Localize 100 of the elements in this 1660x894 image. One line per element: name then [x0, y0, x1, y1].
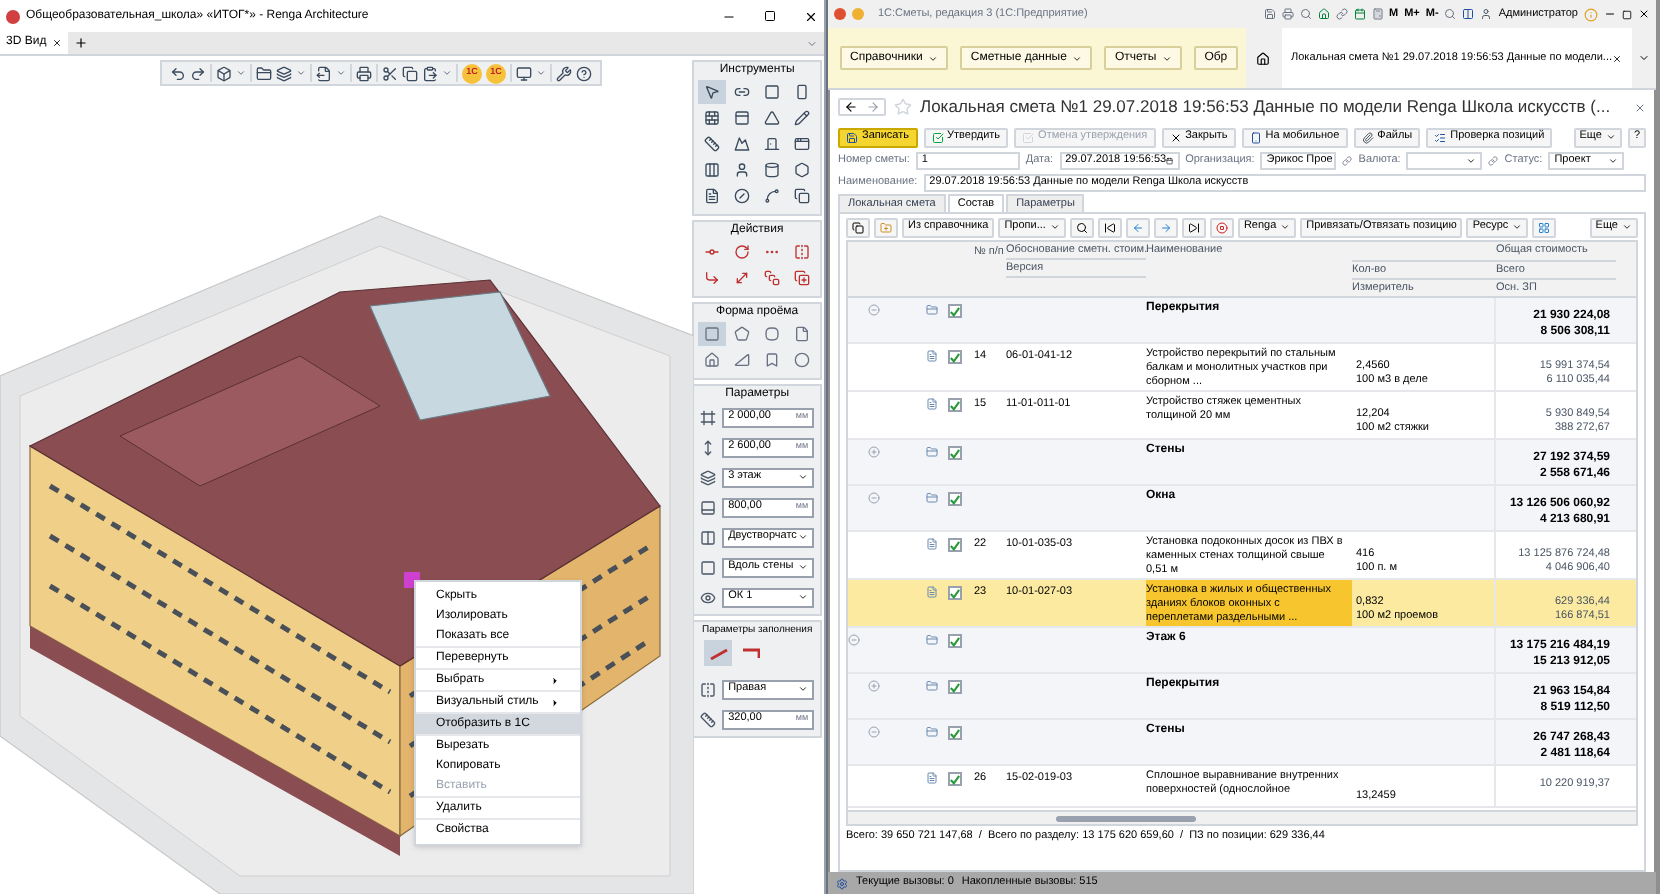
hexagon-icon [794, 162, 811, 178]
paste-icon[interactable] [422, 65, 438, 81]
window-icon [794, 136, 811, 152]
caret-icon[interactable] [1608, 156, 1619, 166]
toolbar-button[interactable] [1181, 217, 1206, 237]
home-icon[interactable] [1256, 51, 1270, 65]
checkbox[interactable] [948, 680, 962, 694]
copy-icon [852, 221, 864, 233]
checkbox[interactable] [948, 538, 962, 552]
sash-button[interactable] [704, 640, 733, 666]
document-icon [704, 188, 721, 204]
checkbox[interactable] [948, 398, 962, 412]
back-icon[interactable] [844, 100, 858, 114]
checkbox[interactable] [948, 350, 962, 364]
caret-icon[interactable] [1466, 156, 1477, 166]
link-icon[interactable] [1342, 156, 1353, 166]
redo-icon[interactable] [190, 65, 206, 81]
link-icon[interactable] [1488, 156, 1499, 166]
save-icon[interactable] [1263, 8, 1275, 20]
document-icon [926, 772, 938, 784]
tool-button[interactable] [698, 80, 727, 104]
cut-icon[interactable] [382, 65, 398, 81]
square-icon [704, 326, 721, 342]
printer-icon[interactable] [356, 65, 372, 81]
checkbox[interactable] [948, 726, 962, 740]
help-icon[interactable] [576, 65, 592, 81]
cube-icon[interactable] [216, 65, 232, 81]
maximize-icon[interactable] [1622, 9, 1632, 19]
person-icon [734, 162, 751, 178]
add-folder-icon [880, 221, 892, 233]
layers-icon [700, 469, 717, 485]
stop-icon [1215, 221, 1228, 233]
caret-icon [928, 53, 939, 63]
calculator-icon[interactable] [1371, 8, 1383, 20]
corner-arrow-icon [704, 270, 721, 286]
star-icon[interactable] [894, 98, 912, 116]
toolbar-button[interactable] [1097, 217, 1122, 237]
grid-icon [1538, 221, 1551, 233]
ruler-icon [700, 711, 717, 727]
page-icon [794, 326, 811, 342]
caret-icon [1512, 222, 1523, 232]
pointer-icon [704, 84, 721, 100]
copy-plus-icon [794, 270, 811, 286]
copy-icon[interactable] [402, 65, 418, 81]
pencil-icon [794, 110, 811, 126]
folder-icon[interactable] [256, 65, 272, 81]
gear-icon[interactable] [836, 877, 848, 889]
close-icon[interactable] [1638, 8, 1650, 20]
copy-icon [794, 188, 811, 204]
slash-circle-icon [734, 188, 751, 204]
search-icon[interactable] [1299, 8, 1311, 20]
caret-icon[interactable] [442, 68, 452, 78]
checkbox[interactable] [948, 492, 962, 506]
caret-icon[interactable] [536, 68, 546, 78]
move-up-icon [1131, 221, 1144, 233]
circle-icon [794, 352, 811, 368]
forward-icon[interactable] [866, 100, 880, 114]
save-icon [846, 131, 858, 143]
search-icon[interactable] [1444, 8, 1457, 20]
panel-icon[interactable] [1462, 8, 1475, 20]
wrench-icon[interactable] [556, 65, 572, 81]
check-icon [931, 131, 944, 143]
file-export-icon[interactable] [316, 65, 332, 81]
minimize-icon[interactable] [1604, 8, 1616, 20]
rotate-icon [734, 244, 751, 260]
pentagon-icon [734, 326, 751, 342]
close-icon [1169, 131, 1182, 143]
square-icon [764, 84, 781, 100]
link-icon[interactable] [1335, 8, 1347, 20]
folder-icon [926, 634, 938, 646]
list-check-icon [1434, 131, 1447, 143]
user-icon [1480, 8, 1493, 20]
undo-icon[interactable] [170, 65, 186, 81]
printer-icon[interactable] [1281, 8, 1293, 20]
input-field[interactable] [1406, 152, 1483, 170]
calendar-icon[interactable] [1166, 156, 1174, 166]
checkbox[interactable] [948, 586, 962, 600]
calendar-icon[interactable] [1353, 8, 1365, 20]
document-icon [926, 350, 938, 362]
add-tab-icon[interactable] [74, 36, 89, 50]
form-title: Локальная смета №1 29.07.2018 19:56:53 Данные по модели Renga Школа искусств (... [920, 94, 1611, 120]
caret-icon[interactable] [336, 68, 346, 78]
monitor-icon[interactable] [516, 65, 532, 81]
caret-icon[interactable] [1638, 52, 1650, 64]
phone-icon [1249, 131, 1262, 143]
layers-icon[interactable] [276, 65, 292, 81]
folder-icon [926, 446, 938, 458]
checkbox[interactable] [948, 304, 962, 318]
caret-icon[interactable] [236, 68, 246, 78]
height-icon [700, 439, 717, 455]
close-icon[interactable] [804, 9, 818, 23]
ruler-icon [704, 136, 721, 152]
maximize-icon[interactable] [764, 10, 776, 22]
horizontal-scrollbar[interactable] [848, 810, 1636, 824]
checkbox[interactable] [948, 772, 962, 786]
caret-icon[interactable] [296, 68, 306, 78]
toolbar-button[interactable] [1069, 217, 1094, 237]
curve-icon [764, 188, 781, 204]
checkbox[interactable] [948, 634, 962, 648]
checkbox[interactable] [948, 446, 962, 460]
